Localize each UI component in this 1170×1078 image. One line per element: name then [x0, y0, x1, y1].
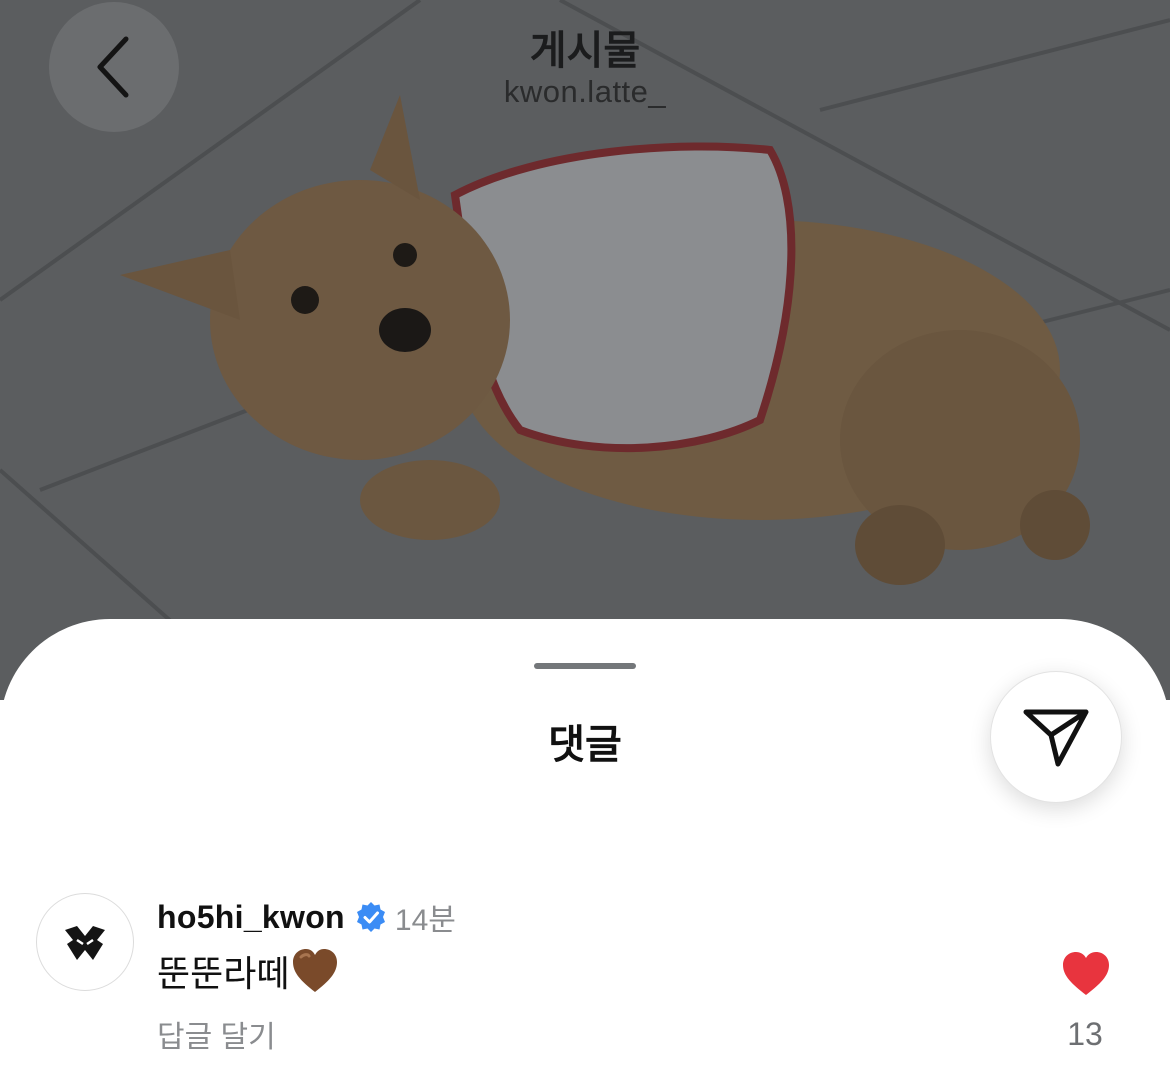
comment-header: ho5hi_kwon 14분: [157, 896, 456, 938]
reply-button[interactable]: 답글 달기: [157, 1012, 276, 1056]
sheet-drag-handle[interactable]: [534, 663, 636, 669]
comment-text: 뚠뚠라떼: [157, 953, 290, 994]
heart-icon[interactable]: [1061, 951, 1111, 997]
brown-heart-emoji-icon: [293, 949, 338, 992]
comment-username[interactable]: ho5hi_kwon: [157, 899, 345, 936]
comment-time: 14분: [394, 904, 456, 937]
comments-sheet: [0, 619, 1170, 1078]
avatar[interactable]: [36, 893, 134, 991]
post-author[interactable]: kwon.latte_: [0, 74, 1170, 110]
share-button[interactable]: [990, 671, 1122, 803]
comment-body: 뚠뚠라떼: [157, 946, 339, 996]
page-title: 게시물: [529, 29, 641, 73]
avatar-logo-icon: [65, 926, 105, 960]
send-icon: [1023, 709, 1089, 767]
like-count: 13: [1067, 1016, 1103, 1052]
verified-badge-icon: [356, 902, 385, 932]
